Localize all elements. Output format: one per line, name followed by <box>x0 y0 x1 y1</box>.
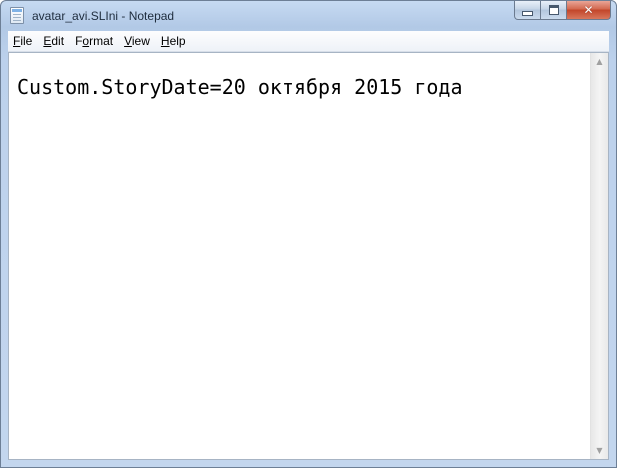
editor-area: Custom.StoryDate=20 октября 2015 года ▲ … <box>8 52 609 460</box>
menu-help[interactable]: Help <box>156 32 191 50</box>
scroll-down-icon[interactable]: ▼ <box>591 442 608 459</box>
menu-view-label: iew <box>131 34 150 48</box>
minimize-icon <box>522 11 533 16</box>
vertical-scrollbar[interactable]: ▲ ▼ <box>590 53 608 459</box>
maximize-button[interactable] <box>541 1 567 20</box>
menu-file[interactable]: File <box>8 32 37 50</box>
close-icon: ✕ <box>583 3 594 17</box>
window-title: avatar_avi.SLIni - Notepad <box>32 9 175 23</box>
menu-edit[interactable]: Edit <box>38 32 69 50</box>
text-editor[interactable]: Custom.StoryDate=20 октября 2015 года <box>9 53 590 459</box>
menu-help-label: elp <box>169 34 186 48</box>
menu-file-label: ile <box>20 34 33 48</box>
scroll-up-icon[interactable]: ▲ <box>591 53 608 70</box>
menu-bar: File Edit Format View Help <box>8 31 609 52</box>
menu-edit-label: dit <box>51 34 65 48</box>
close-button[interactable]: ✕ <box>567 1 611 20</box>
maximize-icon <box>548 5 559 15</box>
menu-view[interactable]: View <box>119 32 155 50</box>
caption-buttons: ✕ <box>514 1 611 21</box>
notepad-icon[interactable] <box>10 7 24 24</box>
menu-format-label: rmat <box>89 34 114 48</box>
menu-format[interactable]: Format <box>70 32 118 50</box>
notepad-window: avatar_avi.SLIni - Notepad ✕ File Edit F… <box>0 0 617 468</box>
menu-view-mnemonic: V <box>124 34 132 48</box>
minimize-button[interactable] <box>514 1 541 20</box>
menu-help-mnemonic: H <box>160 34 170 48</box>
editor-text: Custom.StoryDate=20 октября 2015 года <box>17 75 463 99</box>
title-bar[interactable]: avatar_avi.SLIni - Notepad ✕ <box>1 1 616 31</box>
